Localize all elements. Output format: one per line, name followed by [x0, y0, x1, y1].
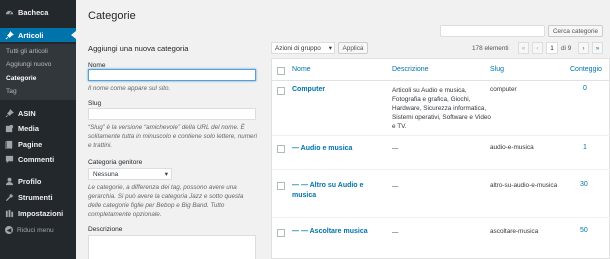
bulk-actions-select[interactable]: Azioni di gruppo ▾ [271, 42, 335, 54]
slug-help: “Slug” è la versione “amichevole” della … [88, 124, 258, 149]
comment-icon [5, 155, 14, 164]
submenu-item-tags[interactable]: Tag [6, 88, 17, 95]
bulk-actions-value: Azioni di gruppo [275, 44, 321, 52]
media-icon [5, 124, 14, 133]
category-description: Articoli su Audio e musica, Fotografia e… [392, 87, 491, 130]
select-all-checkbox[interactable] [277, 67, 285, 75]
add-category-heading: Aggiungi una nuova categoria [88, 44, 189, 53]
category-name-link[interactable]: — — Altro su Audio e musica [292, 181, 377, 201]
slug-label: Slug [88, 100, 102, 107]
column-header-count[interactable]: Conteggio [570, 66, 602, 73]
first-page-button[interactable]: « [518, 42, 529, 54]
sidebar-item-profilo[interactable]: Profilo [0, 174, 76, 188]
category-description: — [392, 183, 399, 190]
wrench-icon [5, 193, 14, 202]
collapse-menu-label: Riduci menu [17, 226, 54, 234]
sidebar-item-label: Pagine [18, 139, 43, 149]
sidebar-item-label: Strumenti [18, 192, 53, 202]
page-icon [5, 140, 14, 149]
row-checkbox[interactable] [277, 145, 285, 153]
name-label: Nome [88, 62, 106, 69]
sidebar-item-asin[interactable]: ASIN [0, 106, 76, 120]
settings-icon [5, 209, 14, 218]
sidebar-item-commenti[interactable]: Commenti [0, 152, 76, 166]
sidebar-submenu: Tutti gli articoli Aggiungi nuovo Catego… [0, 44, 76, 100]
sidebar-item-label: Media [18, 123, 39, 133]
apply-button[interactable]: Applica [338, 42, 368, 54]
submenu-item-add-new[interactable]: Aggiungi nuovo [6, 61, 51, 68]
slug-input[interactable] [88, 108, 256, 120]
category-name-link[interactable]: — — Ascoltare musica [292, 227, 392, 237]
sidebar-item-label: Commenti [18, 154, 55, 164]
sidebar-item-strumenti[interactable]: Strumenti [0, 190, 76, 204]
parent-label: Categoria genitore [88, 159, 143, 166]
row-checkbox[interactable] [277, 182, 285, 190]
search-categories-button[interactable]: Cerca categorie [548, 25, 603, 37]
chevron-down-icon: ▾ [328, 45, 332, 52]
submenu-item-categories[interactable]: Categorie [6, 75, 36, 82]
categories-table: Nome Descrizione Slug Conteggio Computer… [271, 58, 610, 259]
total-pages: di 9 [561, 45, 572, 52]
column-header-description[interactable]: Descrizione [392, 66, 429, 73]
sidebar-item-label: ASIN [18, 108, 36, 118]
collapse-menu-button[interactable]: ◀ Riduci menu [5, 226, 54, 234]
category-name-link[interactable]: — Audio e musica [292, 144, 392, 154]
sidebar-item-media[interactable]: Media [0, 121, 76, 135]
row-checkbox[interactable] [277, 87, 285, 95]
category-slug: ascoltare-musica [490, 228, 539, 235]
sidebar-item-label: Bacheca [18, 7, 49, 17]
pin-icon [5, 108, 14, 118]
prev-page-button[interactable]: ‹ [532, 42, 543, 54]
sidebar-item-impostazioni[interactable]: Impostazioni [0, 206, 76, 220]
category-slug: altro-su-audio-e-musica [490, 182, 558, 189]
sidebar-item-pagine[interactable]: Pagine [0, 137, 76, 151]
category-count-link[interactable]: 50 [580, 227, 588, 234]
category-slug: computer [490, 86, 517, 93]
admin-sidebar: Bacheca Articoli Tutti gli articoli Aggi… [0, 0, 76, 259]
dashboard-icon [5, 8, 14, 17]
pin-icon [5, 30, 14, 40]
category-description: — [392, 145, 399, 152]
row-divider [272, 169, 610, 170]
category-name-link[interactable]: Computer [292, 85, 392, 95]
user-icon [5, 177, 14, 186]
last-page-button[interactable]: » [592, 42, 603, 54]
category-slug: audio-e-musica [490, 144, 534, 151]
header-divider [272, 80, 610, 81]
category-description: — [392, 229, 399, 236]
items-count: 178 elementi [472, 45, 509, 52]
parent-select-value: Nessuna [93, 170, 119, 178]
description-label: Descrizione [88, 226, 123, 233]
category-count-link[interactable]: 1 [583, 144, 587, 151]
category-count-link[interactable]: 0 [583, 85, 587, 92]
parent-help: Le categorie, a differenza dei tag, poss… [88, 184, 244, 218]
description-textarea[interactable] [88, 235, 256, 259]
row-divider [272, 135, 610, 136]
sidebar-item-articoli[interactable]: Articoli [0, 28, 76, 42]
row-divider [272, 217, 610, 218]
sidebar-item-label: Impostazioni [18, 208, 64, 218]
category-count-link[interactable]: 30 [580, 181, 588, 188]
name-help: Il nome come appare sul sito. [88, 85, 171, 92]
column-header-slug[interactable]: Slug [490, 66, 504, 73]
column-header-name[interactable]: Nome [292, 66, 311, 73]
name-input[interactable] [88, 69, 256, 81]
sidebar-item-bacheca[interactable]: Bacheca [0, 5, 76, 19]
current-page-input[interactable]: 1 [546, 42, 558, 54]
search-input[interactable] [440, 25, 545, 37]
row-checkbox[interactable] [277, 229, 285, 237]
next-page-button[interactable]: › [578, 42, 589, 54]
sidebar-item-label: Articoli [18, 30, 44, 40]
collapse-icon: ◀ [5, 226, 13, 234]
parent-category-select[interactable]: Nessuna ▾ [88, 168, 172, 180]
page-title: Categorie [88, 10, 136, 22]
chevron-down-icon: ▾ [164, 171, 168, 178]
submenu-item-all-posts[interactable]: Tutti gli articoli [6, 48, 48, 55]
sidebar-item-label: Profilo [18, 176, 42, 186]
